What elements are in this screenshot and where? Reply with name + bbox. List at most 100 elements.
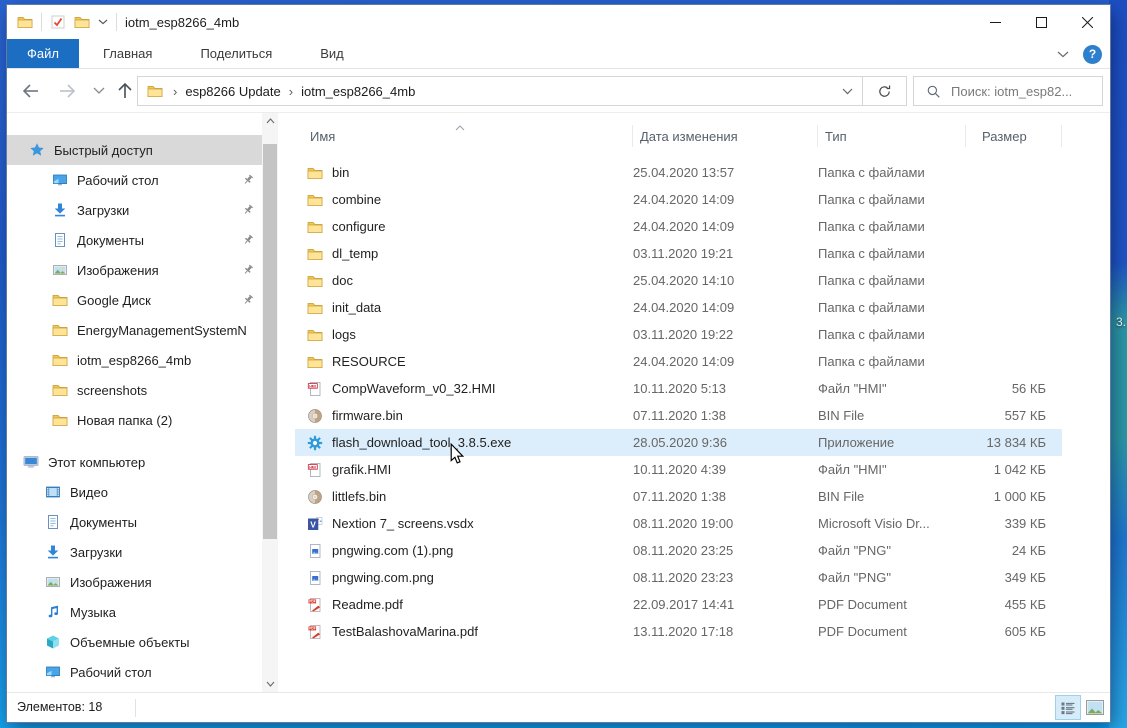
scrollbar-thumb[interactable]	[263, 144, 277, 539]
ribbon-tab[interactable]: Поделиться	[176, 39, 296, 68]
folder-icon	[52, 412, 68, 428]
column-headers: Имя Дата изменения Тип Размер	[290, 121, 1110, 151]
sidebar-item[interactable]: Рабочий стол	[7, 657, 262, 687]
file-row[interactable]: PDF TestBalashovaMarina.pdf 13.11.2020 1…	[295, 618, 1062, 645]
close-button[interactable]	[1064, 5, 1110, 39]
details-view-button[interactable]	[1055, 695, 1081, 720]
sidebar-item[interactable]: Google Диск	[7, 285, 262, 315]
file-type: Файл "HMI"	[818, 381, 966, 396]
sidebar-item[interactable]: Документы	[7, 225, 262, 255]
back-button-icon[interactable]	[21, 81, 41, 101]
file-icon	[307, 435, 323, 451]
divider	[41, 13, 42, 31]
column-header-size[interactable]: Размер	[966, 125, 1062, 147]
file-name: pngwing.com (1).png	[332, 543, 453, 558]
refresh-button[interactable]	[863, 76, 907, 106]
folder-icon	[52, 322, 68, 338]
file-type: Папка с файлами	[818, 192, 966, 207]
sidebar-item[interactable]: Изображения	[7, 567, 262, 597]
file-row[interactable]: configure 24.04.2020 14:09 Папка с файла…	[295, 213, 1062, 240]
hmi-file-icon: HMI	[307, 381, 323, 397]
file-row[interactable]: bin 25.04.2020 13:57 Папка с файлами	[295, 159, 1062, 186]
folder-icon	[307, 273, 323, 289]
sidebar-item[interactable]: Музыка	[7, 597, 262, 627]
file-type: Папка с файлами	[818, 219, 966, 234]
sidebar-item[interactable]: EnergyManagementSystemN	[7, 315, 262, 345]
sidebar-item[interactable]: Изображения	[7, 255, 262, 285]
breadcrumb-segment[interactable]: ›iotm_esp8266_4mb	[281, 84, 416, 99]
sidebar-item[interactable]: Видео	[7, 477, 262, 507]
status-bar: Элементов: 18	[7, 692, 1110, 722]
thumbnail-view-button[interactable]	[1082, 695, 1108, 720]
file-row[interactable]: RESOURCE 24.04.2020 14:09 Папка с файлам…	[295, 348, 1062, 375]
ribbon-tab[interactable]: Файл	[7, 39, 79, 68]
maximize-button[interactable]	[1018, 5, 1064, 39]
forward-button-icon[interactable]	[57, 81, 77, 101]
address-bar[interactable]: ›esp8266 Update›iotm_esp8266_4mb	[137, 76, 863, 106]
visio-file-icon: V	[307, 516, 323, 532]
file-date-modified: 25.04.2020 13:57	[633, 165, 818, 180]
breadcrumb-label: iotm_esp8266_4mb	[301, 84, 415, 99]
file-row[interactable]: HMI grafik.HMI 10.11.2020 4:39 Файл "HMI…	[295, 456, 1062, 483]
file-row[interactable]: dl_temp 03.11.2020 19:21 Папка с файлами	[295, 240, 1062, 267]
file-row[interactable]: init_data 24.04.2020 14:09 Папка с файла…	[295, 294, 1062, 321]
file-row[interactable]: V Nextion 7_ screens.vsdx 08.11.2020 19:…	[295, 510, 1062, 537]
sidebar-item-icon	[45, 664, 61, 680]
file-name: CompWaveform_v0_32.HMI	[332, 381, 496, 396]
file-type: Приложение	[818, 435, 966, 450]
sidebar-item[interactable]: Объемные объекты	[7, 627, 262, 657]
file-date-modified: 03.11.2020 19:22	[633, 327, 818, 342]
sidebar-item[interactable]: Загрузки	[7, 195, 262, 225]
sidebar-item[interactable]: iotm_esp8266_4mb	[7, 345, 262, 375]
scroll-up-arrow-icon[interactable]	[262, 113, 278, 129]
minimize-button[interactable]	[972, 5, 1018, 39]
sidebar-item[interactable]: Новая папка (2)	[7, 405, 262, 435]
sidebar-section-quick-access[interactable]: Быстрый доступ	[7, 135, 262, 165]
help-button[interactable]: ?	[1083, 45, 1102, 64]
file-row[interactable]: PDF Readme.pdf 22.09.2017 14:41 PDF Docu…	[295, 591, 1062, 618]
sidebar-item[interactable]: Документы	[7, 507, 262, 537]
qat-customize-chevron-icon[interactable]	[98, 19, 108, 25]
title-bar[interactable]: iotm_esp8266_4mb	[7, 5, 1110, 39]
sidebar-section-this-pc[interactable]: Этот компьютер	[7, 447, 262, 477]
sort-ascending-icon[interactable]	[455, 119, 465, 134]
file-name: TestBalashovaMarina.pdf	[332, 624, 478, 639]
sidebar-item-label: Загрузки	[77, 203, 262, 218]
file-row[interactable]: logs 03.11.2020 19:22 Папка с файлами	[295, 321, 1062, 348]
sidebar-item-icon	[52, 352, 68, 368]
quick-access-toolbar: iotm_esp8266_4mb	[17, 5, 239, 39]
new-folder-icon[interactable]	[74, 14, 90, 30]
file-row[interactable]: firmware.bin 07.11.2020 1:38 BIN File 55…	[295, 402, 1062, 429]
collapse-ribbon-chevron-icon[interactable]	[1057, 51, 1069, 58]
ribbon-tab[interactable]: Главная	[79, 39, 176, 68]
sidebar-item[interactable]: Рабочий стол	[7, 165, 262, 195]
recent-locations-chevron-icon[interactable]	[93, 87, 105, 95]
ribbon-tab-label: Главная	[103, 46, 152, 61]
desktop-icon	[52, 172, 68, 188]
file-size: 339 КБ	[966, 516, 1057, 531]
file-date-modified: 28.05.2020 9:36	[633, 435, 818, 450]
sidebar-scrollbar[interactable]	[262, 113, 278, 692]
file-row[interactable]: flash_download_tool_3.8.5.exe 28.05.2020…	[295, 429, 1062, 456]
file-row[interactable]: doc 25.04.2020 14:10 Папка с файлами	[295, 267, 1062, 294]
scroll-down-arrow-icon[interactable]	[262, 676, 278, 692]
file-row[interactable]: littlefs.bin 07.11.2020 1:38 BIN File 1 …	[295, 483, 1062, 510]
file-row[interactable]: combine 24.04.2020 14:09 Папка с файлами	[295, 186, 1062, 213]
up-button-icon[interactable]	[115, 81, 135, 101]
sidebar-item[interactable]: screenshots	[7, 375, 262, 405]
breadcrumb-segment[interactable]: ›esp8266 Update	[165, 84, 281, 99]
file-row[interactable]: pngwing.com (1).png 08.11.2020 23:25 Фай…	[295, 537, 1062, 564]
search-box[interactable]: Поиск: iotm_esp82...	[913, 76, 1103, 106]
ribbon-tab-bar: Файл Главная ПоделитьсяВид ?	[7, 39, 1110, 69]
sidebar-item[interactable]: Загрузки	[7, 537, 262, 567]
column-header-type[interactable]: Тип	[818, 125, 966, 147]
address-dropdown-button[interactable]	[832, 77, 862, 105]
file-row[interactable]: pngwing.com.png 08.11.2020 23:23 Файл "P…	[295, 564, 1062, 591]
properties-check-icon[interactable]	[50, 14, 66, 30]
column-header-date[interactable]: Дата изменения	[633, 125, 818, 147]
file-size: 455 КБ	[966, 597, 1057, 612]
breadcrumb: ›esp8266 Update›iotm_esp8266_4mb	[138, 83, 832, 99]
sidebar-item-icon	[52, 382, 68, 398]
file-row[interactable]: HMI CompWaveform_v0_32.HMI 10.11.2020 5:…	[295, 375, 1062, 402]
ribbon-tab[interactable]: Вид	[296, 39, 368, 68]
